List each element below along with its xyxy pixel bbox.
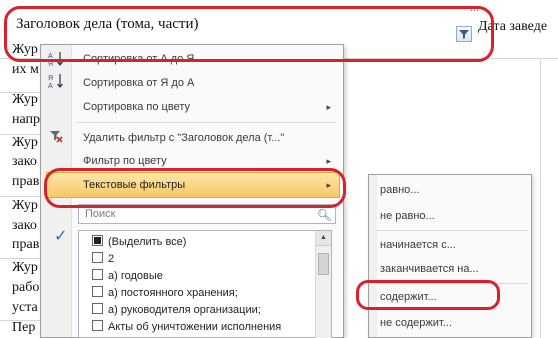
list-item-label: а) руководителя организации; [108,304,261,316]
checkbox[interactable] [92,235,103,246]
submenu-separator [376,230,528,231]
submenu-item-not-equals[interactable]: не равно... [380,206,435,226]
menu-item-label: Фильтр по цвету [83,155,167,167]
list-item[interactable]: Акты об уничтожении исполнения [92,318,281,336]
annotation-oval-text-filters [44,168,346,208]
cell-text: Жур [12,135,38,150]
menu-item-label: Сортировка по цвету [83,101,190,113]
cell-text: зако [12,154,37,169]
menu-item-label: Сортировка от Я до А [83,77,195,89]
checkbox[interactable] [92,286,103,297]
cell-text: рабо [12,280,40,295]
submenu-gutter [369,175,377,337]
list-item[interactable]: 2 [92,250,114,268]
list-item[interactable]: (Выделить все) [92,233,186,251]
grid-line [0,196,40,197]
grid-line [540,58,541,338]
cell-text: напр [12,112,41,127]
submenu-item-not-contains[interactable]: не содержит... [380,313,452,333]
cell-text: Жур [12,260,38,275]
cell-text: уста [12,300,38,315]
svg-text:Я: Я [48,61,53,68]
svg-text:Я: Я [48,75,53,82]
cell-text: Пер [12,320,36,335]
submenu-item-equals[interactable]: равно... [380,180,419,200]
list-item-label: Акты об уничтожении исполнения [108,321,282,333]
cell-text: зако [12,218,37,233]
list-item[interactable]: а) руководителя организации; [92,301,261,319]
submenu-item-begins-with[interactable]: начинается с... [380,235,456,255]
checkbox[interactable] [92,320,103,331]
cell-text: прав [12,174,40,189]
cell-text: их м [12,62,39,77]
list-scrollbar[interactable]: ▲ [315,231,331,338]
annotation-oval-header [4,6,494,62]
submenu-item-ends-with[interactable]: заканчивается на... [380,259,479,279]
submenu-arrow-icon: ▸ [326,102,331,112]
checkbox[interactable] [92,252,103,263]
menu-item-clear-filter[interactable]: Удалить фильтр с "Заголовок дела (т..." [71,127,339,149]
menu-item-label: Удалить фильтр с "Заголовок дела (т..." [83,132,285,144]
checkmark-icon: ✓ [54,228,68,245]
svg-text:А: А [48,83,53,90]
grid-line [0,258,40,259]
search-icon: 🔍︎ [316,208,332,222]
scroll-thumb[interactable] [318,253,329,275]
annotation-oval-contains [356,280,500,310]
checkbox[interactable] [92,269,103,280]
list-item-label: (Выделить все) [108,236,187,248]
sort-desc-icon: ЯА [48,72,64,93]
menu-item-sort-by-color[interactable]: Сортировка по цвету ▸ [71,96,339,118]
menu-item-sort-desc[interactable]: Сортировка от Я до А [71,72,339,94]
cell-text: прав [12,237,40,252]
list-item[interactable]: а) постоянного хранения; [92,284,238,302]
list-item-label: а) постоянного хранения; [108,287,238,299]
list-item[interactable]: а) годовые [92,267,163,285]
cell-text: Жур [12,198,38,213]
cell-text: Жур [12,92,38,107]
scroll-up-icon[interactable]: ▲ [316,231,331,246]
list-item-label: а) годовые [108,270,163,282]
clear-filter-icon [48,128,64,147]
list-item-label: 2 [108,253,115,265]
search-placeholder: Поиск [85,208,116,220]
checkbox[interactable] [92,303,103,314]
menu-separator [76,122,336,123]
